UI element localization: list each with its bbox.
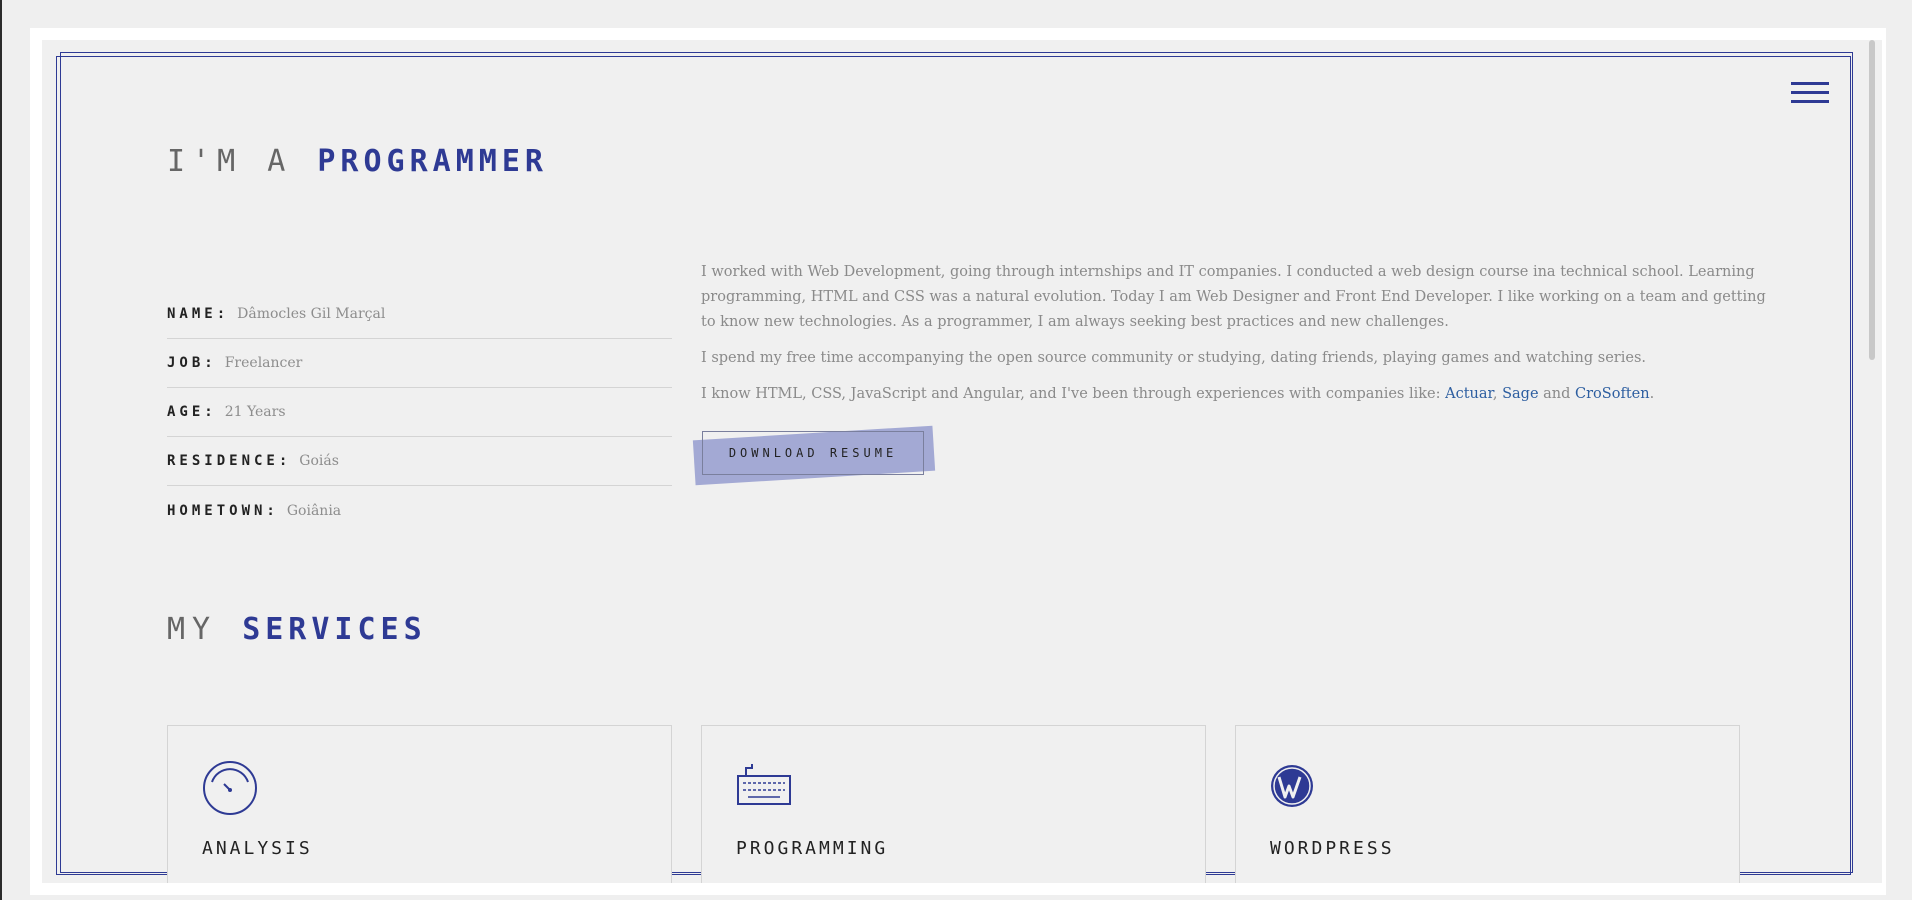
info-row-name: NAME: Dâmocles Gil Marçal bbox=[167, 290, 672, 339]
service-name: WORDPRESS bbox=[1270, 838, 1395, 859]
hamburger-menu-icon[interactable] bbox=[1791, 82, 1829, 108]
download-resume-button[interactable]: DOWNLOAD RESUME bbox=[702, 431, 924, 475]
info-row-residence: RESIDENCE: Goiás bbox=[167, 437, 672, 486]
bio-paragraph-1: I worked with Web Development, going thr… bbox=[701, 264, 1766, 330]
service-card-wordpress: WORDPRESS bbox=[1235, 725, 1740, 883]
scrollbar-thumb[interactable] bbox=[1869, 40, 1875, 360]
page-content: I'M A PROGRAMMER NAME: Dâmocles Gil Març… bbox=[42, 40, 1882, 883]
company-link-crosoften[interactable]: CroSoften bbox=[1575, 386, 1650, 402]
company-link-actuar[interactable]: Actuar bbox=[1445, 386, 1493, 402]
info-row-job: JOB: Freelancer bbox=[167, 339, 672, 388]
service-name: PROGRAMMING bbox=[736, 838, 889, 859]
service-card-programming: PROGRAMMING bbox=[701, 725, 1206, 883]
about-title: I'M A PROGRAMMER bbox=[167, 144, 548, 179]
wordpress-icon bbox=[1271, 765, 1313, 807]
bio-paragraph-2: I spend my free time accompanying the op… bbox=[701, 350, 1647, 366]
resume-button-wrapper: DOWNLOAD RESUME bbox=[692, 425, 937, 486]
page-scrollbar[interactable] bbox=[1867, 40, 1877, 883]
speedometer-icon bbox=[203, 761, 257, 815]
service-name: ANALYSIS bbox=[202, 838, 313, 859]
info-row-age: AGE: 21 Years bbox=[167, 388, 672, 437]
bio-paragraph-3: I know HTML, CSS, JavaScript and Angular… bbox=[701, 386, 1655, 402]
services-title: MY SERVICES bbox=[167, 612, 427, 647]
company-link-sage[interactable]: Sage bbox=[1502, 386, 1538, 402]
info-row-hometown: HOMETOWN: Goiânia bbox=[167, 502, 342, 519]
service-card-analysis: ANALYSIS bbox=[167, 725, 672, 883]
bio-text: I worked with Web Development, going thr… bbox=[701, 260, 1783, 418]
keyboard-icon bbox=[737, 764, 791, 805]
personal-info-list: NAME: Dâmocles Gil Marçal JOB: Freelance… bbox=[167, 290, 672, 535]
